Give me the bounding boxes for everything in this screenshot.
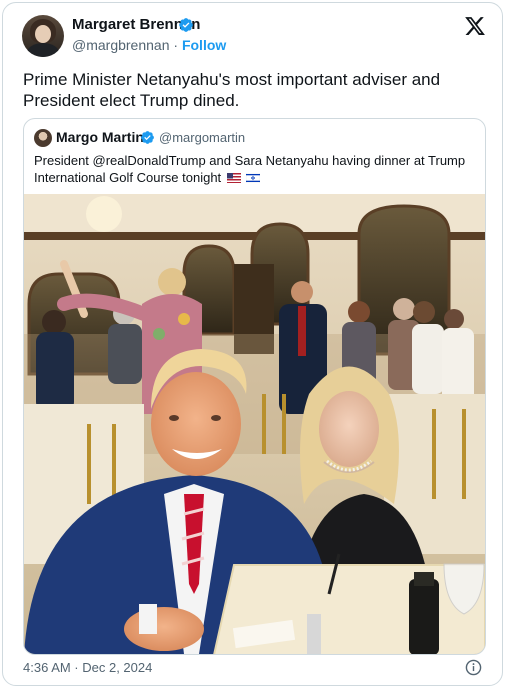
separator: · xyxy=(169,37,182,53)
quoted-author-avatar[interactable] xyxy=(34,129,52,147)
tweet-timestamp[interactable]: 4:36 AM · Dec 2, 2024 xyxy=(23,660,152,675)
dinner-photo[interactable] xyxy=(24,194,485,654)
follow-button[interactable]: Follow xyxy=(182,37,226,53)
verified-badge-icon xyxy=(179,18,193,32)
x-logo-icon[interactable] xyxy=(464,15,486,37)
tweet-card: Margaret Brennan @margbrennan · Follow P… xyxy=(2,2,503,686)
quoted-author-handle[interactable]: @margomartin xyxy=(159,130,245,145)
dinner-photo-illustration xyxy=(24,194,485,654)
us-flag-icon xyxy=(226,173,241,183)
quoted-tweet[interactable]: Margo Martin @margomartin President @rea… xyxy=(23,118,486,655)
israel-flag-icon xyxy=(246,173,261,183)
author-handle[interactable]: @margbrennan xyxy=(72,37,170,53)
author-handle-row: @margbrennan · Follow xyxy=(72,37,226,53)
verified-badge-icon xyxy=(141,131,154,144)
quoted-author-name[interactable]: Margo Martin xyxy=(56,129,144,145)
info-icon[interactable] xyxy=(465,659,482,676)
tweet-text: Prime Minister Netanyahu's most importan… xyxy=(23,70,441,110)
quoted-text-block: President @realDonaldTrump and Sara Neta… xyxy=(34,152,474,186)
author-avatar[interactable] xyxy=(22,15,64,57)
